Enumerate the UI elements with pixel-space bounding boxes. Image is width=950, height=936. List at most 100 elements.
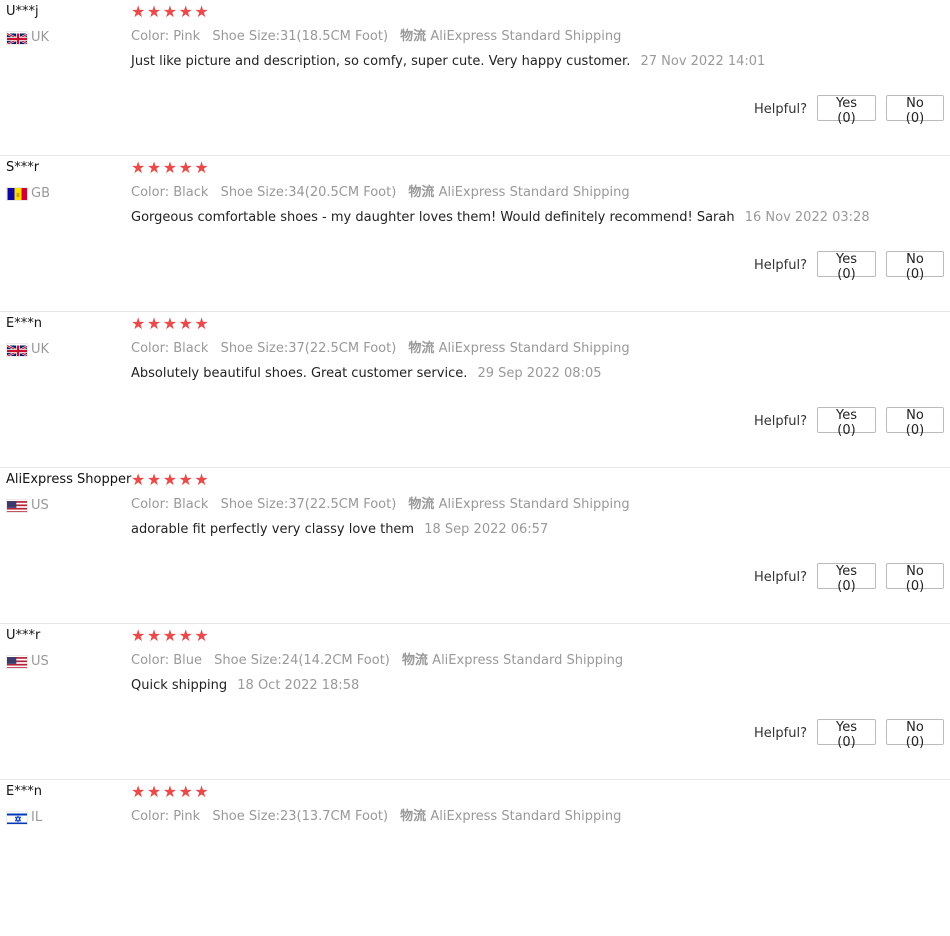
helpful-controls: Helpful? Yes (0) No (0) (754, 95, 944, 126)
review-item: U***j UK ★★★★★ Color: Pink Shoe Size:31(… (0, 0, 950, 156)
helpful-controls: Helpful? Yes (0) No (0) (754, 719, 944, 750)
review-text: Absolutely beautiful shoes. Great custom… (131, 366, 468, 381)
andorra-flag-icon (6, 186, 28, 201)
color-label: Color: (131, 341, 170, 356)
review-item: E***n UK ★★★★★ Color: Black Shoe Size:37… (0, 312, 950, 468)
reviewer-country: US (6, 654, 49, 669)
helpful-label: Helpful? (754, 101, 807, 117)
review-date: 29 Sep 2022 08:05 (477, 366, 602, 381)
country-code: UK (31, 30, 50, 45)
review-date: 18 Sep 2022 06:57 (424, 522, 549, 537)
review-meta: Color: Pink Shoe Size:23(13.7CM Foot) 物流… (131, 809, 950, 825)
country-code: US (31, 654, 49, 669)
reviewer-name: E***n (6, 784, 42, 799)
country-code: US (31, 498, 49, 513)
reviewer-country: IL (6, 810, 42, 825)
color-value: Blue (173, 653, 203, 668)
us-flag-icon (6, 654, 28, 669)
shoe-size-label: Shoe Size: (212, 29, 280, 44)
helpful-label: Helpful? (754, 413, 807, 429)
helpful-no-button[interactable]: No (0) (886, 407, 944, 438)
shoe-size-value: 34(20.5CM Foot) (288, 185, 397, 200)
review-item: S***r GB ★★★★★ Color: Black Shoe Size:34… (0, 156, 950, 312)
uk-flag-icon (6, 342, 28, 357)
country-code: GB (31, 186, 50, 201)
review-item: U***r US ★★★★★ Color: Blue Shoe Size:24(… (0, 624, 950, 780)
country-code: IL (31, 810, 43, 825)
helpful-yes-button[interactable]: Yes (0) (817, 719, 876, 750)
helpful-no-button[interactable]: No (0) (886, 563, 944, 594)
reviewer-name: U***j (6, 4, 39, 19)
review-item: E***n IL ★★★★★ Color: Pink Shoe Size:23(… (0, 780, 950, 936)
helpful-no-button[interactable]: No (0) (886, 95, 944, 126)
helpful-yes-button[interactable]: Yes (0) (817, 95, 876, 126)
shoe-size-value: 23(13.7CM Foot) (279, 809, 389, 824)
reviewer-country: US (6, 498, 49, 513)
us-flag-icon (6, 498, 28, 513)
shoe-size-label: Shoe Size: (220, 497, 289, 512)
review-text: adorable fit perfectly very classy love … (131, 522, 415, 537)
shoe-size-value: 31(18.5CM Foot) (279, 29, 389, 44)
shipping-value: AliExpress Standard Shipping (430, 809, 622, 824)
helpful-yes-button[interactable]: Yes (0) (817, 563, 876, 594)
logistics-label: 物流 (400, 29, 427, 44)
logistics-label: 物流 (408, 497, 435, 512)
shipping-value: AliExpress Standard Shipping (438, 341, 630, 356)
review-date: 18 Oct 2022 18:58 (237, 678, 360, 693)
shoe-size-value: 37(22.5CM Foot) (288, 497, 397, 512)
reviewer-country: UK (6, 342, 49, 357)
review-meta: Color: Blue Shoe Size:24(14.2CM Foot) 物流… (131, 653, 950, 669)
shoe-size-value: 24(14.2CM Foot) (281, 653, 390, 668)
reviewer-name: E***n (6, 316, 42, 331)
review-date: 16 Nov 2022 03:28 (744, 210, 870, 225)
color-value: Black (173, 341, 209, 356)
shipping-value: AliExpress Standard Shipping (430, 29, 622, 44)
review-meta: Color: Black Shoe Size:37(22.5CM Foot) 物… (131, 341, 950, 357)
color-label: Color: (131, 185, 170, 200)
reviewer-name: U***r (6, 628, 41, 643)
shoe-size-label: Shoe Size: (220, 341, 289, 356)
reviewer-name: AliExpress Shopper (6, 472, 132, 487)
color-label: Color: (131, 29, 170, 44)
reviewer-country: UK (6, 30, 49, 45)
color-label: Color: (131, 809, 170, 824)
review-list: U***j UK ★★★★★ Color: Pink Shoe Size:31(… (0, 0, 950, 936)
logistics-label: 物流 (408, 341, 435, 356)
shoe-size-label: Shoe Size: (214, 653, 282, 668)
color-value: Black (173, 497, 209, 512)
review-text-line: Just like picture and description, so co… (131, 54, 950, 70)
helpful-yes-button[interactable]: Yes (0) (817, 407, 876, 438)
review-text: Gorgeous comfortable shoes - my daughter… (131, 210, 735, 225)
shipping-value: AliExpress Standard Shipping (438, 497, 630, 512)
color-label: Color: (131, 653, 170, 668)
helpful-no-button[interactable]: No (0) (886, 251, 944, 282)
color-value: Black (173, 185, 209, 200)
review-text: Just like picture and description, so co… (131, 54, 631, 69)
israel-flag-icon (6, 810, 28, 825)
color-value: Pink (173, 809, 201, 824)
shoe-size-label: Shoe Size: (212, 809, 280, 824)
star-rating: ★★★★★ (131, 626, 211, 645)
star-rating: ★★★★★ (131, 782, 211, 801)
logistics-label: 物流 (402, 653, 429, 668)
reviewer-name: S***r (6, 160, 40, 175)
review-date: 27 Nov 2022 14:01 (640, 54, 766, 69)
logistics-label: 物流 (408, 185, 435, 200)
star-rating: ★★★★★ (131, 470, 211, 489)
star-rating: ★★★★★ (131, 314, 211, 333)
helpful-yes-button[interactable]: Yes (0) (817, 251, 876, 282)
review-meta: Color: Black Shoe Size:34(20.5CM Foot) 物… (131, 185, 950, 201)
review-text-line: Absolutely beautiful shoes. Great custom… (131, 366, 950, 382)
helpful-controls: Helpful? Yes (0) No (0) (754, 563, 944, 594)
helpful-no-button[interactable]: No (0) (886, 719, 944, 750)
review-text-line: adorable fit perfectly very classy love … (131, 522, 950, 538)
helpful-label: Helpful? (754, 725, 807, 741)
reviewer-country: GB (6, 186, 50, 201)
shipping-value: AliExpress Standard Shipping (432, 653, 624, 668)
review-meta: Color: Pink Shoe Size:31(18.5CM Foot) 物流… (131, 29, 950, 45)
helpful-label: Helpful? (754, 257, 807, 273)
review-meta: Color: Black Shoe Size:37(22.5CM Foot) 物… (131, 497, 950, 513)
review-text-line: Gorgeous comfortable shoes - my daughter… (131, 210, 950, 226)
shoe-size-label: Shoe Size: (220, 185, 289, 200)
review-item: AliExpress Shopper US ★★★★★ Color: Black… (0, 468, 950, 624)
